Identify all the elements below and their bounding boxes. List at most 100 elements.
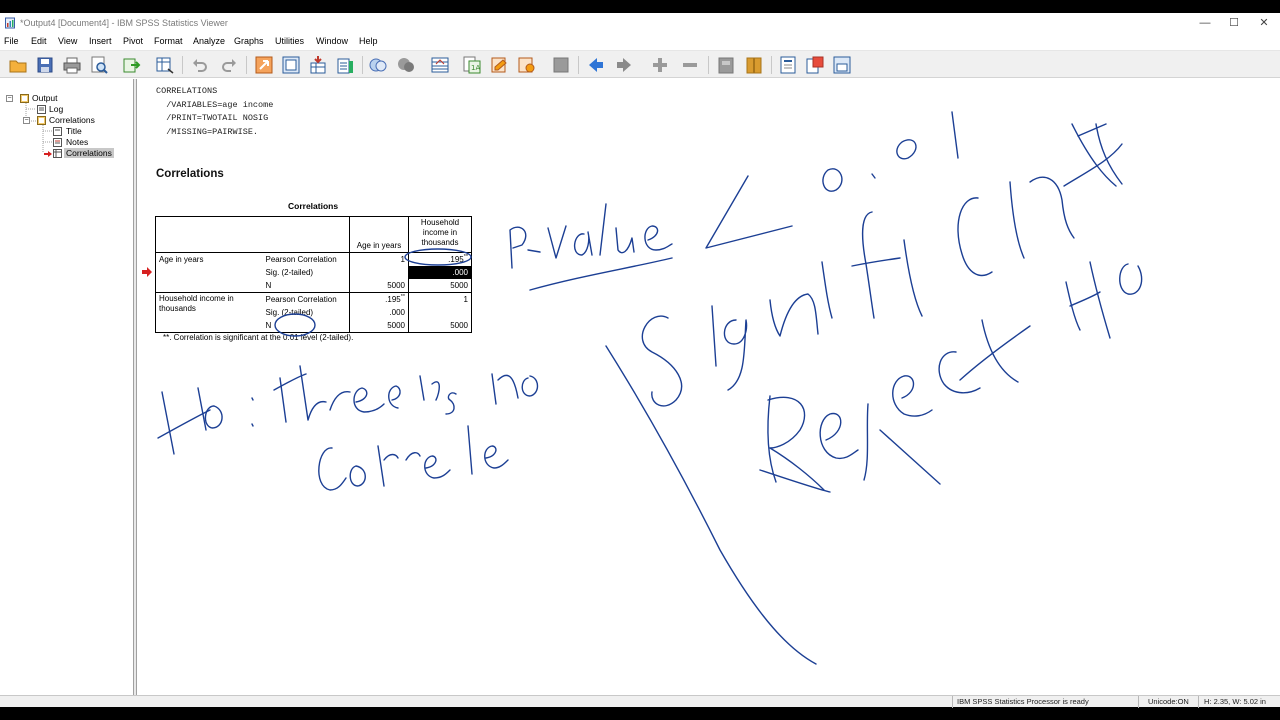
tree-item-correlations-table[interactable]: Correlations (64, 148, 114, 158)
menu-format[interactable]: Format (154, 36, 183, 46)
correlations-book-icon (37, 116, 46, 125)
menu-bar: File Edit View Insert Pivot Format Analy… (0, 34, 1280, 49)
redo-icon[interactable] (219, 55, 239, 75)
row-header-blank (155, 266, 263, 279)
stat-label-sig: Sig. (2-tailed) (265, 268, 314, 277)
cell-income-age-sig[interactable]: .000 (349, 306, 409, 319)
insert-text-icon[interactable] (832, 55, 852, 75)
stat-label-n: N (262, 279, 350, 293)
status-dimensions: H: 2.35, W: 5.02 in (1204, 697, 1266, 706)
menu-view[interactable]: View (58, 36, 77, 46)
menu-insert[interactable]: Insert (89, 36, 112, 46)
weight-cases-icon[interactable] (396, 55, 416, 75)
table-footnote: **. Correlation is significant at the 0.… (163, 333, 354, 342)
cell-age-income-sig[interactable]: .000 (408, 266, 472, 279)
cell-income-income-r[interactable]: 1 (408, 292, 472, 306)
cell-age-age-sig[interactable] (349, 266, 409, 279)
export-icon[interactable] (122, 55, 142, 75)
cell-value: .195 (448, 255, 464, 264)
row-header-age: Age in years (155, 252, 263, 266)
correlations-table[interactable]: Age in years Household income in thousan… (155, 216, 472, 333)
toolbar-separator (771, 56, 772, 74)
insert-title-icon[interactable] (805, 55, 825, 75)
tree-item-log[interactable]: Log (49, 104, 63, 114)
status-bar: IBM SPSS Statistics Processor is ready U… (0, 695, 1280, 708)
insert-heading-icon[interactable] (778, 55, 798, 75)
cell-income-age-r[interactable]: .195** (349, 292, 409, 306)
title-icon (53, 127, 62, 136)
expand-icon[interactable] (650, 55, 670, 75)
column-header-income: Household income in thousands (408, 216, 472, 253)
menu-edit[interactable]: Edit (31, 36, 47, 46)
svg-text:1A: 1A (471, 64, 480, 72)
undo-icon[interactable] (190, 55, 210, 75)
output-content: CORRELATIONS /VARIABLES=age income /PRIN… (138, 79, 1280, 695)
variables-icon[interactable] (308, 55, 328, 75)
collapse-icon[interactable] (680, 55, 700, 75)
window-title: *Output4 [Document4] - IBM SPSS Statisti… (20, 18, 228, 28)
status-divider (952, 696, 953, 708)
use-sets-icon[interactable] (490, 55, 510, 75)
arrow-left-icon[interactable] (586, 55, 606, 75)
goto-data-icon[interactable] (155, 55, 175, 75)
toolbar-separator (708, 56, 709, 74)
cell-age-income-n[interactable]: 5000 (408, 279, 472, 293)
syntax-log: CORRELATIONS /VARIABLES=age income /PRIN… (156, 86, 274, 137)
cell-age-income-r[interactable]: .195** (408, 252, 472, 266)
maximize-button[interactable]: ☐ (1219, 16, 1249, 31)
stat-label-pearson: Pearson Correlation (265, 255, 337, 264)
spss-app-icon (5, 17, 15, 29)
tree-collapse-toggle[interactable]: − (6, 95, 13, 102)
split-file-icon[interactable] (430, 55, 450, 75)
menu-analyze[interactable]: Analyze (193, 36, 225, 46)
notes-icon (53, 138, 62, 147)
tree-collapse-toggle[interactable]: − (23, 117, 30, 124)
cell-age-age-r[interactable]: 1 (349, 252, 409, 266)
save-icon[interactable] (35, 55, 55, 75)
outline-navigator: − Output Log − Correlations Title Notes … (0, 79, 134, 695)
value-labels-icon[interactable]: 1A (462, 55, 482, 75)
spell-check-icon[interactable] (517, 55, 537, 75)
toolbar-separator (246, 56, 247, 74)
cell-value: .195 (385, 295, 401, 304)
pane-splitter[interactable] (134, 79, 137, 695)
show-icon[interactable] (716, 55, 736, 75)
log-icon (37, 105, 46, 114)
row-header-income: Household income in thousands (155, 292, 263, 319)
open-folder-icon[interactable] (8, 55, 28, 75)
hide-icon[interactable] (744, 55, 764, 75)
cell-age-age-n[interactable]: 5000 (349, 279, 409, 293)
tree-item-correlations[interactable]: Correlations (49, 115, 95, 125)
toolbar-separator (362, 56, 363, 74)
section-title: Correlations (156, 168, 224, 180)
menu-utilities[interactable]: Utilities (275, 36, 304, 46)
significance-marker: ** (400, 294, 405, 300)
tree-item-notes[interactable]: Notes (66, 137, 88, 147)
select-cases-icon[interactable] (368, 55, 388, 75)
goto-variable-icon[interactable] (281, 55, 301, 75)
tree-item-output[interactable]: Output (32, 93, 58, 103)
cell-income-income-sig[interactable] (408, 306, 472, 319)
current-item-arrow-icon (44, 151, 52, 157)
stop-icon[interactable] (551, 55, 571, 75)
tree-item-title[interactable]: Title (66, 126, 82, 136)
close-button[interactable]: ✕ (1249, 16, 1279, 31)
arrow-right-icon[interactable] (614, 55, 634, 75)
print-icon[interactable] (62, 55, 82, 75)
menu-pivot[interactable]: Pivot (123, 36, 143, 46)
stat-label-pearson: Pearson Correlation (265, 295, 337, 304)
goto-case-icon[interactable] (254, 55, 274, 75)
cell-income-income-n[interactable]: 5000 (408, 319, 472, 333)
status-divider (1198, 696, 1199, 708)
menu-file[interactable]: File (4, 36, 19, 46)
print-preview-icon[interactable] (89, 55, 109, 75)
cell-income-age-n[interactable]: 5000 (349, 319, 409, 333)
menu-window[interactable]: Window (316, 36, 348, 46)
stat-label-sig: Sig. (2-tailed) (265, 308, 314, 317)
run-descriptives-icon[interactable] (335, 55, 355, 75)
minimize-button[interactable]: — (1190, 16, 1220, 31)
significance-marker: ** (463, 254, 468, 260)
menu-graphs[interactable]: Graphs (234, 36, 264, 46)
menu-help[interactable]: Help (359, 36, 378, 46)
toolbar: 1A (0, 50, 1280, 78)
